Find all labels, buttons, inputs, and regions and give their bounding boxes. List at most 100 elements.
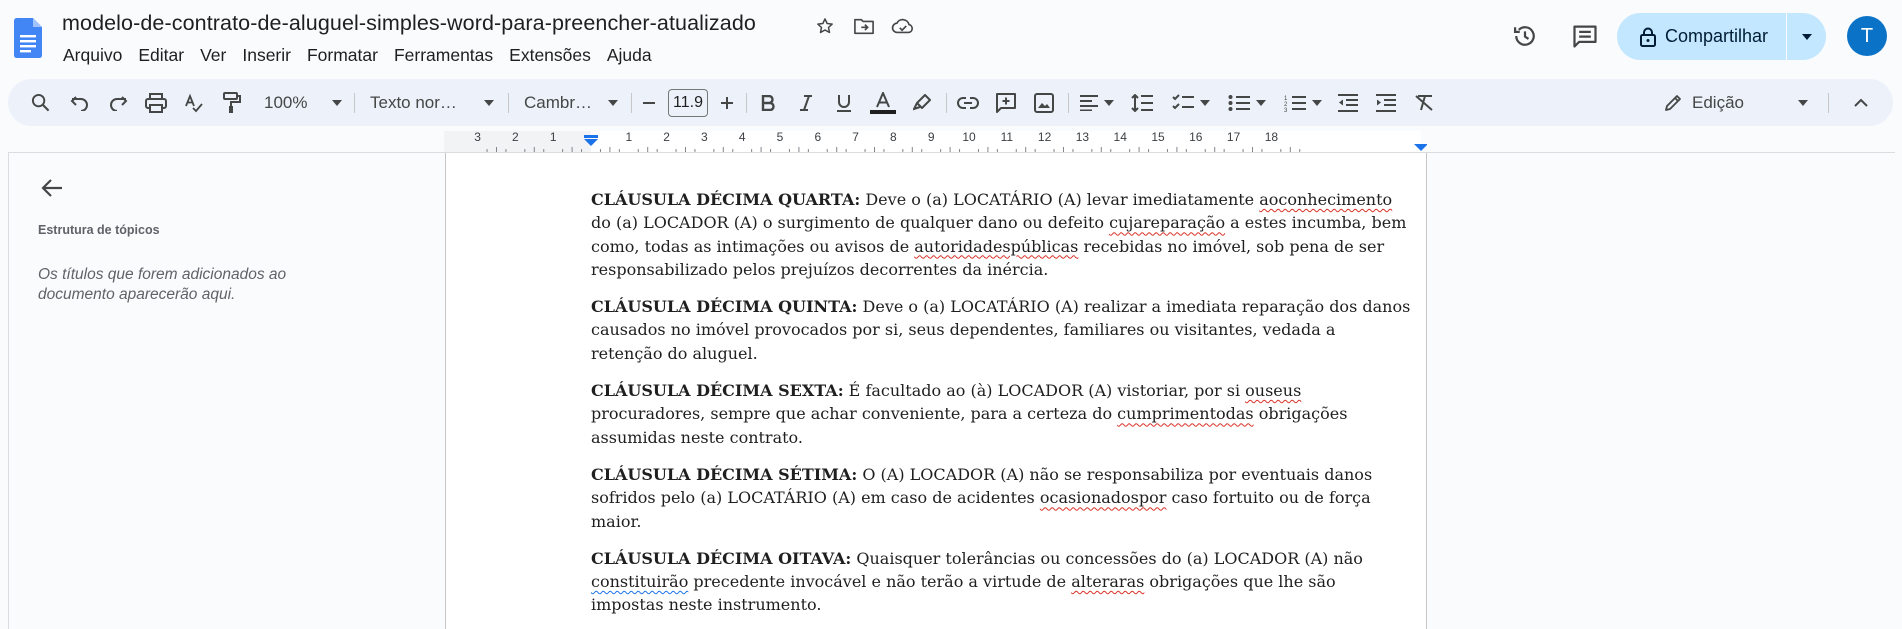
align-menu-button[interactable] xyxy=(1076,79,1118,126)
share-button[interactable]: Compartilhar xyxy=(1617,13,1787,60)
underline-button[interactable] xyxy=(830,79,858,126)
line-spacing-button[interactable] xyxy=(1128,79,1156,126)
ruler-tick-label: 7 xyxy=(852,131,859,144)
font-family-select[interactable]: Cambr… xyxy=(516,79,626,126)
clause-heading: CLÁUSULA DÉCIMA QUINTA: xyxy=(591,297,858,317)
horizontal-ruler[interactable]: 3 2 1 1 2 3 4 5 6 7 8 9 10 11 12 13 14 15 16 17 18 xyxy=(444,131,1427,153)
version-history-icon[interactable] xyxy=(1507,18,1543,54)
hide-menus-button[interactable] xyxy=(1846,79,1876,126)
menu-extensoes[interactable]: Extensões xyxy=(501,43,599,68)
ruler-tick-label: 8 xyxy=(890,131,897,144)
spelling-error[interactable]: cujareparação xyxy=(1109,213,1225,232)
clause-paragraph[interactable]: CLÁUSULA DÉCIMA OITAVA: Quaisquer tolerâ… xyxy=(591,547,1411,617)
star-icon[interactable] xyxy=(812,13,838,39)
increase-font-size-button[interactable] xyxy=(716,79,738,126)
font-size-input[interactable]: 11.9 xyxy=(668,89,708,117)
menu-ajuda[interactable]: Ajuda xyxy=(599,43,660,68)
spelling-error[interactable]: cumprimentodas xyxy=(1117,404,1253,423)
close-outline-button[interactable] xyxy=(37,173,67,203)
spellcheck-icon[interactable] xyxy=(180,79,208,126)
clause-paragraph[interactable]: CLÁUSULA DÉCIMA SÉTIMA: O (A) LOCADOR (A… xyxy=(591,463,1411,533)
toolbar-divider xyxy=(746,93,747,113)
formatting-toolbar: 100% Texto nor… Cambr… 11.9 1 2 3 Edição xyxy=(8,79,1893,126)
move-to-folder-icon[interactable] xyxy=(851,13,877,39)
highlight-color-button[interactable] xyxy=(908,79,936,126)
document-title[interactable]: modelo-de-contrato-de-aluguel-simples-wo… xyxy=(62,11,756,36)
chevron-down-icon xyxy=(1256,99,1266,106)
search-menus-icon[interactable] xyxy=(26,79,54,126)
spelling-error[interactable]: autoridadespúblicas xyxy=(914,237,1078,256)
ruler-tick-label: 14 xyxy=(1114,131,1128,144)
comments-icon[interactable] xyxy=(1567,18,1603,54)
insert-image-button[interactable] xyxy=(1030,79,1058,126)
print-icon[interactable] xyxy=(142,79,170,126)
italic-button[interactable] xyxy=(792,79,820,126)
checklist-button[interactable] xyxy=(1166,79,1216,126)
decrease-font-size-button[interactable] xyxy=(638,79,660,126)
ruler-tick-label: 16 xyxy=(1189,131,1203,144)
bulleted-list-icon xyxy=(1228,94,1250,111)
chevron-down-icon xyxy=(1797,99,1808,106)
clause-heading: CLÁUSULA DÉCIMA SEXTA: xyxy=(591,381,844,401)
toolbar-divider xyxy=(354,93,355,113)
title-bar: modelo-de-contrato-de-aluguel-simples-wo… xyxy=(0,0,1902,76)
share-dropdown-button[interactable] xyxy=(1787,13,1826,60)
zoom-value: 100% xyxy=(264,92,308,112)
decrease-indent-button[interactable] xyxy=(1334,79,1362,126)
undo-icon[interactable] xyxy=(66,79,94,126)
toolbar-divider xyxy=(1068,93,1069,113)
underline-icon xyxy=(837,94,851,112)
clause-paragraph[interactable]: CLÁUSULA DÉCIMA SEXTA: É facultado ao (à… xyxy=(591,379,1411,449)
clause-text: É facultado ao (à) LOCADOR (A) vistoriar… xyxy=(843,381,1246,401)
grammar-suggestion[interactable]: constituirão xyxy=(591,572,688,591)
numbered-list-button[interactable]: 123 xyxy=(1278,79,1328,126)
toolbar-divider xyxy=(1828,93,1829,113)
editing-mode-select[interactable]: Edição xyxy=(1660,79,1810,126)
clear-formatting-button[interactable] xyxy=(1410,79,1438,126)
paint-format-icon[interactable] xyxy=(218,79,246,126)
first-line-indent-marker[interactable] xyxy=(584,135,598,138)
menu-ferramentas[interactable]: Ferramentas xyxy=(386,43,501,68)
redo-icon[interactable] xyxy=(104,79,132,126)
add-comment-button[interactable] xyxy=(992,79,1020,126)
menu-ver[interactable]: Ver xyxy=(192,43,234,68)
spelling-error[interactable]: ocasionadospor xyxy=(1040,488,1167,507)
clause-paragraph[interactable]: CLÁUSULA DÉCIMA QUINTA: Deve o (a) LOCAT… xyxy=(591,295,1411,365)
text-color-button[interactable] xyxy=(868,79,898,126)
menu-arquivo[interactable]: Arquivo xyxy=(55,43,130,68)
menu-editar[interactable]: Editar xyxy=(130,43,192,68)
spelling-error[interactable]: aoconhecimento xyxy=(1259,190,1392,209)
clause-paragraph[interactable]: CLÁUSULA DÉCIMA QUARTA: Deve o (a) LOCAT… xyxy=(591,188,1411,281)
menu-formatar[interactable]: Formatar xyxy=(299,43,386,68)
zoom-select[interactable]: 100% xyxy=(258,79,348,126)
ruler-tick-label: 10 xyxy=(962,131,976,144)
spelling-error[interactable]: ouseus xyxy=(1245,381,1301,400)
checklist-icon xyxy=(1172,93,1194,109)
pencil-icon xyxy=(1665,94,1681,111)
link-icon xyxy=(957,96,979,109)
ruler-tick-label: 11 xyxy=(1001,131,1014,144)
bulleted-list-button[interactable] xyxy=(1222,79,1272,126)
increase-indent-button[interactable] xyxy=(1372,79,1400,126)
docs-logo-icon[interactable] xyxy=(14,18,42,58)
insert-link-button[interactable] xyxy=(954,79,982,126)
svg-text:3: 3 xyxy=(1284,108,1288,112)
toolbar-divider xyxy=(631,93,632,113)
menu-inserir[interactable]: Inserir xyxy=(234,43,299,68)
cloud-status-icon[interactable] xyxy=(890,13,916,39)
arrow-back-icon xyxy=(41,179,62,197)
avatar[interactable]: T xyxy=(1847,16,1887,56)
clause-heading: CLÁUSULA DÉCIMA SÉTIMA: xyxy=(591,464,858,484)
toolbar-divider xyxy=(508,93,509,113)
text-color-icon xyxy=(870,91,896,114)
chevron-down-icon xyxy=(1200,99,1210,106)
bold-icon xyxy=(761,94,775,111)
ruler-tick-label: 2 xyxy=(663,131,670,144)
paragraph-style-select[interactable]: Texto nor… xyxy=(362,79,502,126)
document-body[interactable]: CLÁUSULA DÉCIMA QUARTA: Deve o (a) LOCAT… xyxy=(591,188,1411,629)
font-family-value: Cambr… xyxy=(524,92,593,112)
bold-button[interactable] xyxy=(754,79,782,126)
clause-text: Deve o (a) LOCATÁRIO (A) levar imediatam… xyxy=(860,190,1260,209)
clause-text: do (a) LOCADOR (A) o surgimento de qualq… xyxy=(591,213,1110,233)
spelling-error[interactable]: alteraras xyxy=(1071,572,1144,591)
